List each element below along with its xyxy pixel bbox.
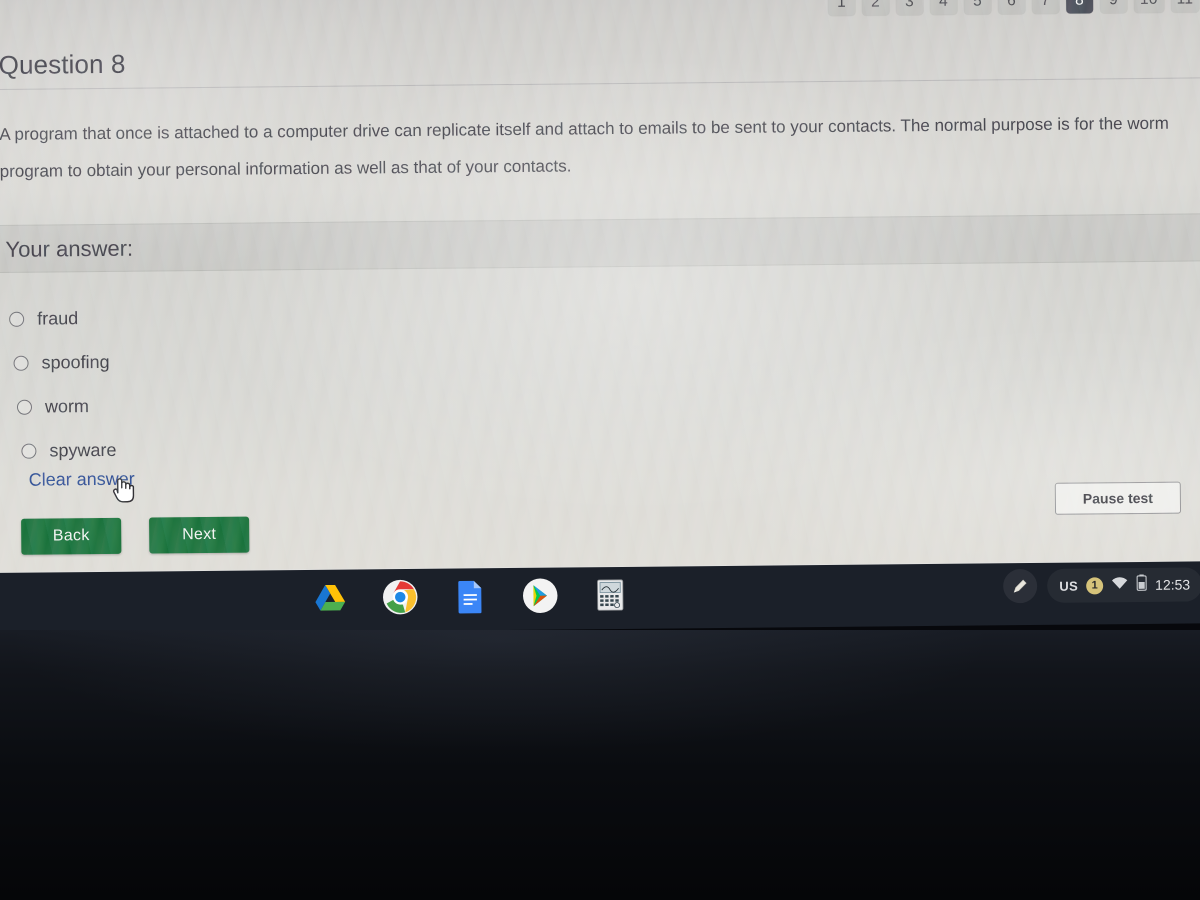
pause-test-button[interactable]: Pause test (1054, 481, 1182, 515)
keyboard-language-label: US (1059, 578, 1079, 594)
chromeos-shelf: US 1 12:53 (0, 561, 1200, 635)
answer-option-label: spyware (49, 439, 117, 460)
stylus-icon[interactable] (1003, 568, 1038, 604)
quiz-page: 123456789 10 11 Question 8 A program that … (0, 0, 1200, 580)
question-tab-4[interactable]: 4 (929, 0, 958, 16)
clock-label: 12:53 (1155, 576, 1191, 593)
answer-section-band (0, 213, 1200, 273)
question-tab-11[interactable]: 11 (1170, 0, 1200, 13)
question-tab-8[interactable]: 8 (1065, 0, 1094, 14)
google-docs-icon[interactable] (450, 576, 490, 616)
radio-button-spoofing[interactable] (13, 355, 29, 371)
answer-option-label: worm (44, 395, 90, 417)
question-tab-5[interactable]: 5 (963, 0, 992, 15)
screen-photo: 1234567891011 Question 8 A program that … (0, 0, 1200, 900)
answer-option-label: spoofing (41, 351, 110, 373)
radio-button-fraud[interactable] (9, 311, 25, 327)
battery-icon (1136, 574, 1147, 596)
answer-option-spyware[interactable]: spyware (21, 425, 430, 473)
question-tab-1[interactable]: 1 (827, 0, 856, 16)
question-tab-10[interactable]: 10 (1133, 0, 1164, 14)
question-tab-2[interactable]: 2 (861, 0, 890, 16)
page-title: Question 8 (0, 48, 126, 80)
question-tab-3[interactable]: 3 (895, 0, 924, 16)
question-tab-7[interactable]: 7 (1031, 0, 1060, 15)
status-area-button[interactable]: US 1 12:53 (1047, 567, 1200, 603)
back-button[interactable]: Back (21, 517, 122, 555)
question-nav: 123456789 10 11 (827, 0, 1200, 16)
answer-option-fraud[interactable]: fraud (9, 293, 429, 341)
next-button[interactable]: Next (149, 516, 250, 554)
notification-count-badge: 1 (1086, 576, 1104, 594)
question-text: A program that once is attached to a com… (0, 113, 1169, 181)
answer-options: fraud spoofing worm spyware (9, 293, 431, 473)
calculator-app-icon[interactable] (590, 575, 630, 615)
question-tab-6[interactable]: 6 (997, 0, 1026, 15)
chrome-icon[interactable] (380, 577, 420, 617)
clear-answer-link[interactable]: Clear answer (29, 469, 135, 491)
google-drive-icon[interactable] (310, 578, 350, 618)
bezel-dark-area (0, 630, 1200, 900)
answer-option-worm[interactable]: worm (16, 381, 430, 429)
radio-button-worm[interactable] (16, 399, 33, 415)
question-tab-9[interactable]: 9 (1099, 0, 1128, 14)
system-tray: US 1 12:53 (1003, 567, 1200, 604)
answer-label: Your answer: (5, 235, 134, 262)
divider (0, 77, 1200, 90)
play-store-icon[interactable] (520, 576, 560, 616)
shelf-app-icons (310, 575, 630, 618)
answer-option-label: fraud (37, 307, 79, 329)
answer-option-spoofing[interactable]: spoofing (13, 337, 429, 385)
wifi-icon (1111, 576, 1128, 595)
quiz-nav-buttons: Back Next (21, 516, 250, 555)
radio-button-spyware[interactable] (21, 443, 37, 459)
